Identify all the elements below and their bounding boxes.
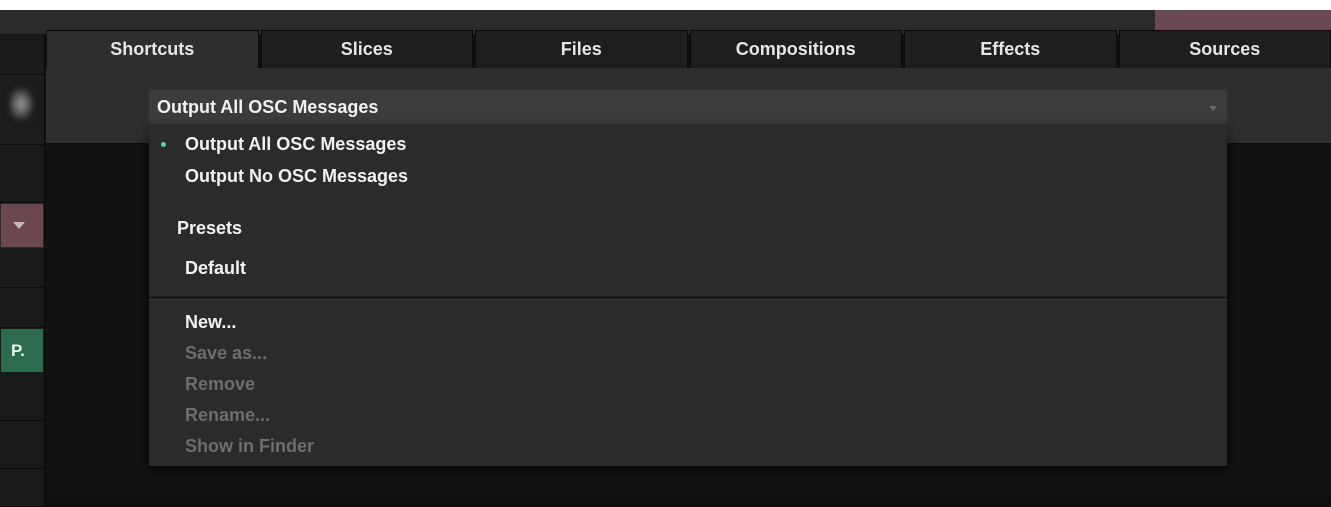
select-value: Output All OSC Messages <box>157 97 379 117</box>
chevron-down-icon <box>1209 106 1217 111</box>
strip-p-button[interactable]: P. <box>0 328 44 373</box>
dropdown-menu: Output All OSC Messages Output No OSC Me… <box>149 124 1227 466</box>
menu-item-preset-default[interactable]: Default <box>185 258 246 279</box>
strip-cell <box>0 421 44 469</box>
app-window: P. Shortcuts Slices Files Compositions E… <box>0 10 1331 507</box>
menu-item-output-all[interactable]: Output All OSC Messages <box>185 134 406 155</box>
strip-cell <box>0 288 44 328</box>
strip-cell <box>0 248 44 288</box>
tab-compositions[interactable]: Compositions <box>689 30 902 68</box>
menu-item-new[interactable]: New... <box>185 312 236 333</box>
tab-shortcuts[interactable]: Shortcuts <box>46 30 259 68</box>
osc-output-select[interactable]: Output All OSC Messages <box>149 90 1227 124</box>
tab-bar: Shortcuts Slices Files Compositions Effe… <box>46 30 1331 68</box>
presets-header: Presets <box>177 218 243 238</box>
strip-cell <box>0 373 44 421</box>
clip-thumbnail[interactable] <box>0 75 44 145</box>
menu-item-output-none[interactable]: Output No OSC Messages <box>185 166 408 187</box>
strip-dropdown-button[interactable] <box>0 203 44 248</box>
strip-cell <box>0 35 44 75</box>
left-strip: P. <box>0 35 45 507</box>
tab-effects[interactable]: Effects <box>904 30 1117 68</box>
menu-item-show-in-finder[interactable]: Show in Finder <box>185 436 314 457</box>
strip-cell <box>0 469 44 507</box>
menu-item-rename[interactable]: Rename... <box>185 405 270 426</box>
menu-divider <box>149 296 1227 300</box>
checked-dot-icon <box>161 142 166 147</box>
thumbnail-image <box>8 87 34 121</box>
chevron-down-icon <box>13 222 25 229</box>
strip-cell <box>0 145 44 203</box>
tab-files[interactable]: Files <box>475 30 688 68</box>
menu-item-remove[interactable]: Remove <box>185 374 255 395</box>
tab-sources[interactable]: Sources <box>1118 30 1331 68</box>
menu-item-save-as[interactable]: Save as... <box>185 343 267 364</box>
tab-slices[interactable]: Slices <box>260 30 473 68</box>
